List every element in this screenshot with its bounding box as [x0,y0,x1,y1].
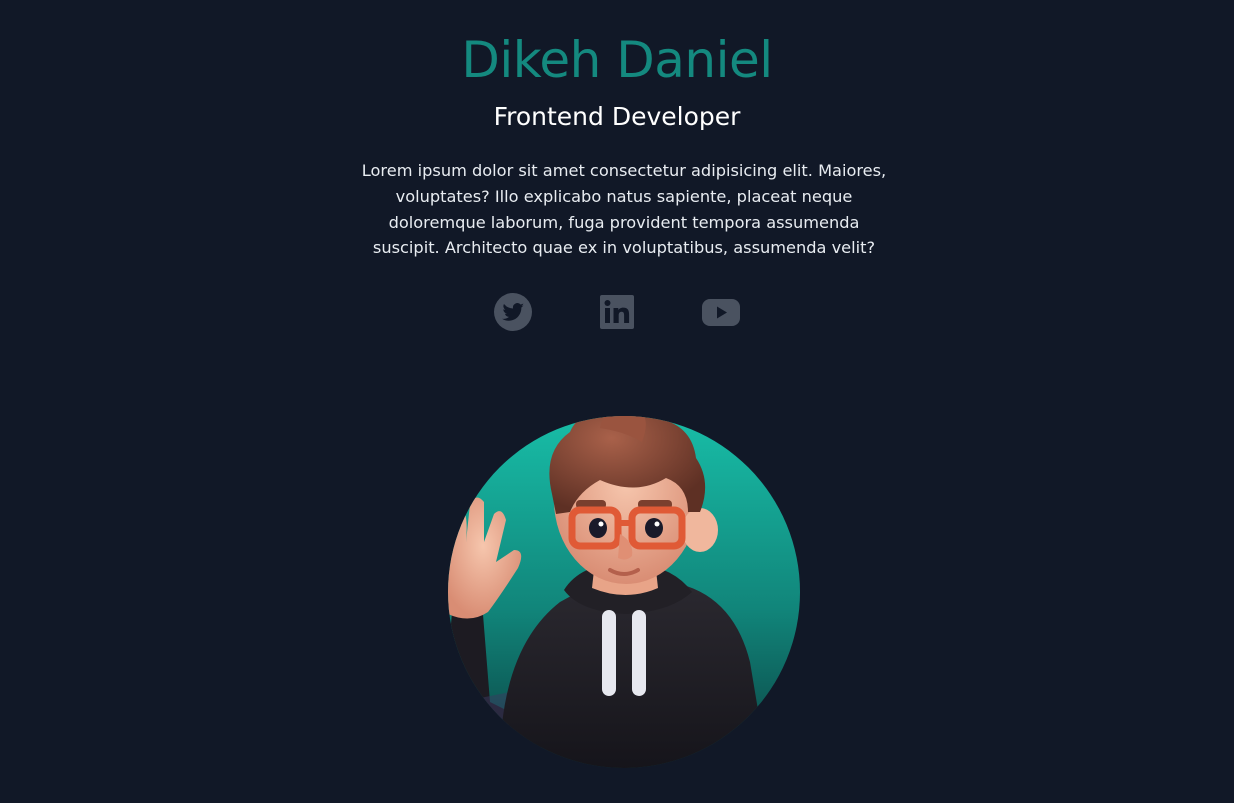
profile-bio: Lorem ipsum dolor sit amet consectetur a… [361,161,887,258]
twitter-link[interactable] [493,292,533,332]
twitter-icon [494,293,532,331]
social-links [0,292,1234,332]
profile-role: Frontend Developer [493,102,741,131]
youtube-link[interactable] [701,292,741,332]
youtube-icon [702,299,740,326]
linkedin-link[interactable] [597,292,637,332]
linkedin-icon [600,295,634,329]
hero-section: Dikeh Daniel Frontend Developer Lorem ip… [0,0,1234,803]
avatar-illustration [448,416,800,768]
profile-name: Dikeh Daniel [461,31,773,89]
avatar [430,402,810,782]
